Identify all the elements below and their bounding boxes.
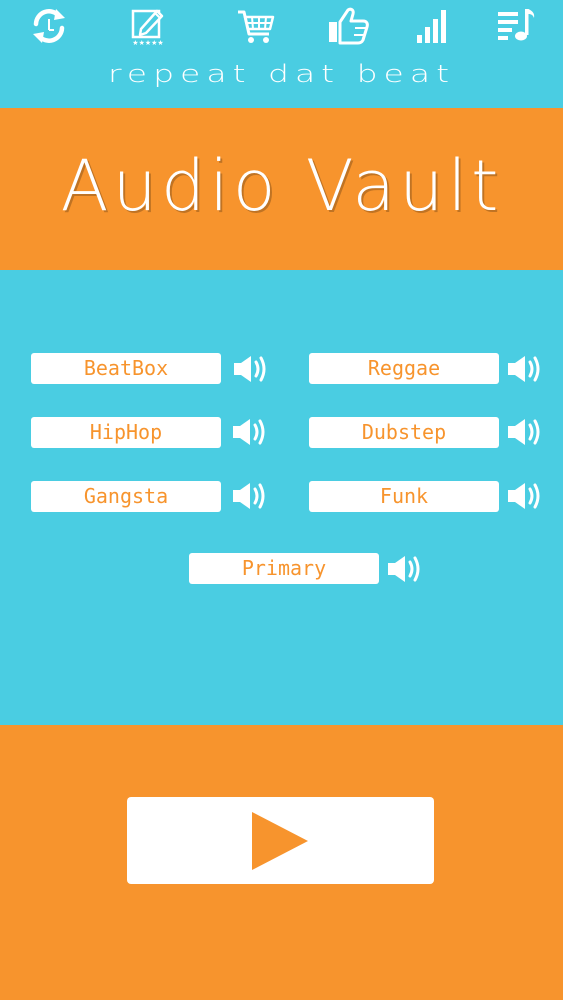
cart-icon (238, 10, 275, 43)
app-tagline: repeat dat beat (107, 59, 456, 88)
play-icon (252, 812, 308, 870)
refresh-icon (33, 9, 65, 43)
like-button[interactable] (326, 4, 370, 48)
sounds-panel: BeatBox Reggae HipHop Dubstep Gangsta Fu… (0, 270, 563, 725)
sound-dubstep-button[interactable]: Dubstep (309, 417, 499, 448)
signal-bars-icon (417, 10, 446, 43)
refresh-button[interactable] (27, 4, 71, 48)
player-footer (0, 725, 563, 1000)
page-title: Audio Vault (60, 145, 503, 227)
speaker-icon[interactable] (506, 480, 544, 512)
speaker-icon[interactable] (231, 480, 269, 512)
sound-funk-button[interactable]: Funk (309, 481, 499, 512)
sound-hiphop-button[interactable]: HipHop (31, 417, 221, 448)
rate-icon: ★★★★★ (131, 9, 164, 47)
sound-primary-button[interactable]: Primary (189, 553, 379, 584)
toolbar: ★★★★★ (0, 4, 563, 48)
playlist-button[interactable] (494, 4, 538, 48)
play-button[interactable] (127, 797, 434, 884)
speaker-icon[interactable] (506, 353, 544, 385)
stats-button[interactable] (410, 4, 454, 48)
cart-button[interactable] (234, 4, 278, 48)
rate-button[interactable]: ★★★★★ (126, 4, 170, 48)
sound-reggae-button[interactable]: Reggae (309, 353, 499, 384)
playlist-icon (498, 9, 535, 41)
top-bar: ★★★★★ repeat dat beat (0, 0, 563, 108)
title-banner: Audio Vault (0, 108, 563, 270)
speaker-icon[interactable] (232, 353, 270, 385)
svg-text:★★★★★: ★★★★★ (132, 39, 163, 47)
thumbs-up-icon (329, 7, 369, 45)
sound-beatbox-button[interactable]: BeatBox (31, 353, 221, 384)
speaker-icon[interactable] (506, 416, 544, 448)
speaker-icon[interactable] (386, 553, 424, 585)
speaker-icon[interactable] (231, 416, 269, 448)
sound-gangsta-button[interactable]: Gangsta (31, 481, 221, 512)
